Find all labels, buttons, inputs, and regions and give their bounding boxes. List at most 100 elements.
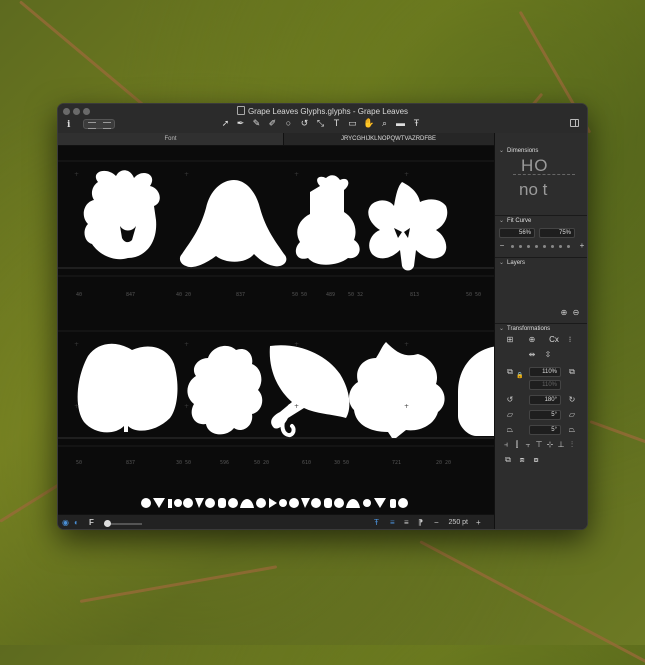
- fit-curve-dot[interactable]: [543, 245, 546, 248]
- flip-vertical-icon[interactable]: ⇳: [543, 350, 553, 360]
- rotate-field[interactable]: 180°: [529, 395, 561, 405]
- glyph-leaf-9: [458, 346, 494, 436]
- align-vcenter-icon[interactable]: ⊹: [545, 440, 555, 450]
- rtl-icon[interactable]: ⁋: [418, 518, 423, 528]
- svg-text:837: 837: [126, 460, 135, 466]
- scale-icon[interactable]: ⧉: [505, 367, 515, 377]
- pencil-tool-icon[interactable]: ✎: [251, 118, 262, 129]
- scale-field[interactable]: 110%: [529, 367, 561, 377]
- svg-text:813: 813: [410, 292, 419, 298]
- info-button[interactable]: i: [67, 120, 70, 130]
- svg-text:+: +: [74, 341, 79, 348]
- color-mode-icon[interactable]: ◐: [74, 518, 79, 528]
- tab-font[interactable]: Font: [58, 133, 284, 145]
- svg-text:721: 721: [392, 460, 401, 466]
- svg-text:+: +: [404, 171, 409, 178]
- fit-curve-dot[interactable]: [519, 245, 522, 248]
- type-tool-icon[interactable]: Ŧ: [411, 118, 422, 129]
- sidebar-toggle-icon[interactable]: [570, 119, 579, 127]
- fit-curve-dot[interactable]: [567, 245, 570, 248]
- svg-text:50 32: 50 32: [348, 292, 363, 298]
- fit-curve-dot[interactable]: [535, 245, 538, 248]
- align-right-edge-icon[interactable]: ⫟: [523, 440, 533, 450]
- svg-text:40 20: 40 20: [176, 292, 191, 298]
- align-left-edge-icon[interactable]: ⫞: [501, 440, 511, 450]
- skew-right-icon[interactable]: ⏢: [567, 425, 577, 435]
- zoom-in-button[interactable]: +: [476, 518, 481, 528]
- metric-cx-icon[interactable]: Cx: [549, 335, 559, 345]
- measure-tool-icon[interactable]: ▬: [395, 118, 406, 129]
- boolean-subtract-icon[interactable]: ⧈: [517, 455, 527, 465]
- rotate-tool-icon[interactable]: ↺: [299, 118, 310, 129]
- title-bar: Grape Leaves Glyphs.glyphs - Grape Leave…: [58, 104, 587, 134]
- align-center-icon[interactable]: ≡: [404, 518, 409, 528]
- fit-curve-dot[interactable]: [559, 245, 562, 248]
- svg-text:+: +: [294, 403, 299, 410]
- fit-curve-right-field[interactable]: 75%: [539, 228, 575, 238]
- text-tool-icon[interactable]: T: [331, 118, 342, 129]
- glyph-canvas: 40 847 40 20 837 50 50 489 50 32 813 50 …: [58, 160, 494, 508]
- rotate-ccw-icon[interactable]: ↺: [505, 395, 515, 405]
- slant-field-1[interactable]: 5°: [529, 410, 561, 420]
- metric-colon-icon[interactable]: ⁝: [565, 335, 575, 345]
- select-tool-icon[interactable]: ➚: [220, 118, 231, 129]
- status-bar: ◉ ◐ F Ŧ ≡ ≡ ⁋ − 250 pt +: [58, 514, 494, 529]
- slant-right-icon[interactable]: ▱: [567, 410, 577, 420]
- fit-curve-dot[interactable]: [511, 245, 514, 248]
- glyph-leaf-7: [269, 345, 350, 429]
- fit-curve-plus[interactable]: +: [577, 241, 587, 251]
- scale-up-icon[interactable]: ⧉: [567, 367, 577, 377]
- slider-knob[interactable]: [104, 520, 111, 527]
- fit-curve-left-field[interactable]: 56%: [499, 228, 535, 238]
- origin-grid-icon[interactable]: ⊞: [505, 335, 515, 345]
- layers-header[interactable]: Layers: [499, 259, 525, 266]
- annotation-tool-icon[interactable]: ▭: [347, 118, 358, 129]
- text-tool-status-icon[interactable]: Ŧ: [374, 518, 379, 528]
- boolean-intersect-icon[interactable]: ⧇: [531, 455, 541, 465]
- hand-tool-icon[interactable]: ✋: [363, 118, 374, 129]
- remove-layer-icon[interactable]: ⊖: [571, 308, 581, 318]
- transformations-header[interactable]: Transformations: [499, 325, 550, 332]
- fit-curve-dot[interactable]: [527, 245, 530, 248]
- zoom-value[interactable]: 250 pt: [449, 519, 468, 526]
- slant-field-2[interactable]: 5°: [529, 425, 561, 435]
- fit-curve-dot[interactable]: [551, 245, 554, 248]
- tab-glyphs[interactable]: JRYCGHIJKLNOPQWTVAZRDFBE: [283, 133, 494, 145]
- ellipse-tool-icon[interactable]: ○: [283, 118, 294, 129]
- glyph-leaf-4: [368, 182, 448, 271]
- rotate-cw-icon[interactable]: ↻: [567, 395, 577, 405]
- scale-field-secondary[interactable]: 110%: [529, 380, 561, 390]
- origin-center-icon[interactable]: ⊕: [527, 335, 537, 345]
- align-hcenter-icon[interactable]: ⫿: [512, 440, 522, 450]
- pen-tool-icon[interactable]: ✒: [235, 118, 246, 129]
- svg-text:+: +: [184, 341, 189, 348]
- fit-curve-header[interactable]: Fit Curve: [499, 217, 531, 224]
- boolean-union-icon[interactable]: ⧉: [503, 455, 513, 465]
- view-mode-toggle[interactable]: [83, 119, 115, 129]
- slant-left-icon[interactable]: ▱: [505, 410, 515, 420]
- f-label[interactable]: F: [89, 518, 94, 528]
- svg-text:30 50: 30 50: [334, 460, 349, 466]
- svg-text:+: +: [184, 171, 189, 178]
- text-preview-line: [141, 498, 408, 508]
- preview-size-slider[interactable]: [104, 520, 142, 527]
- glyph-leaf-2: [179, 180, 287, 268]
- add-layer-icon[interactable]: ⊕: [559, 308, 569, 318]
- align-top-icon[interactable]: ⊤: [534, 440, 544, 450]
- window-title-wrap: Grape Leaves Glyphs.glyphs - Grape Leave…: [58, 106, 587, 116]
- align-bottom-icon[interactable]: ⊥: [556, 440, 566, 450]
- edit-canvas[interactable]: 40 847 40 20 837 50 50 489 50 32 813 50 …: [58, 146, 494, 514]
- dimensions-header[interactable]: Dimensions: [499, 147, 538, 154]
- lock-icon[interactable]: 🔒: [515, 371, 525, 381]
- dimensions-preview-top: HO: [521, 156, 549, 175]
- brush-tool-icon[interactable]: ✐: [267, 118, 278, 129]
- zoom-out-button[interactable]: −: [434, 518, 439, 528]
- flip-horizontal-icon[interactable]: ⇹: [527, 350, 537, 360]
- fit-curve-minus[interactable]: −: [497, 241, 507, 251]
- zoom-tool-icon[interactable]: ⌕: [379, 118, 390, 129]
- skew-left-icon[interactable]: ⏢: [505, 425, 515, 435]
- eye-icon[interactable]: ◉: [62, 518, 69, 528]
- distribute-icon[interactable]: ⫶: [567, 440, 577, 450]
- scale-tool-icon[interactable]: ⤡: [315, 118, 326, 129]
- align-left-icon[interactable]: ≡: [390, 518, 395, 528]
